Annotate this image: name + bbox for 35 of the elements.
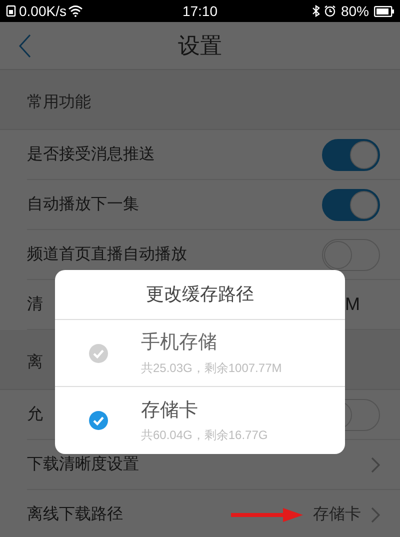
- option-detail: 共60.04G，剩余16.77G: [141, 427, 268, 444]
- bluetooth-icon: [312, 5, 320, 17]
- setting-label: 下载清晰度设置: [27, 454, 139, 474]
- chevron-right-icon[interactable]: [371, 456, 380, 472]
- alarm-icon: [324, 5, 336, 17]
- dialog-title: 更改缓存路径: [146, 283, 254, 306]
- setting-label: 清: [27, 294, 43, 314]
- wifi-icon: [68, 5, 84, 17]
- clock: 17:10: [182, 2, 218, 18]
- sim-icon: [6, 5, 16, 17]
- setting-label: 自动播放下一集: [27, 194, 139, 214]
- check-circle-icon: [89, 344, 108, 362]
- setting-label: 频道首页直播自动播放: [27, 244, 187, 264]
- back-icon[interactable]: [18, 34, 32, 58]
- option-name: 存储卡: [141, 398, 199, 423]
- battery-icon: [374, 6, 394, 16]
- toggle-switch[interactable]: [322, 188, 380, 220]
- setting-value: 存储卡: [313, 504, 361, 524]
- page-title: 设置: [178, 32, 222, 60]
- section-title: 常用功能: [27, 92, 91, 113]
- storage-option[interactable]: 存储卡 共60.04G，剩余16.77G: [55, 387, 345, 454]
- setting-label: 允: [27, 404, 43, 424]
- chevron-right-icon[interactable]: [371, 506, 380, 522]
- toggle-switch[interactable]: [322, 238, 380, 270]
- section-title: 离: [27, 352, 43, 373]
- network-speed: 0.00K/s: [19, 2, 66, 20]
- check-circle-icon: [89, 411, 108, 430]
- setting-label: 是否接受消息推送: [27, 144, 155, 164]
- storage-option[interactable]: 手机存储 共25.03G，剩余1007.77M: [55, 320, 345, 387]
- option-name: 手机存储: [141, 331, 218, 356]
- setting-label: 离线下载路径: [27, 504, 123, 524]
- battery-level: 80%: [340, 2, 369, 20]
- option-detail: 共25.03G，剩余1007.77M: [141, 360, 282, 377]
- setting-value: M: [345, 293, 360, 316]
- toggle-switch[interactable]: [322, 138, 380, 170]
